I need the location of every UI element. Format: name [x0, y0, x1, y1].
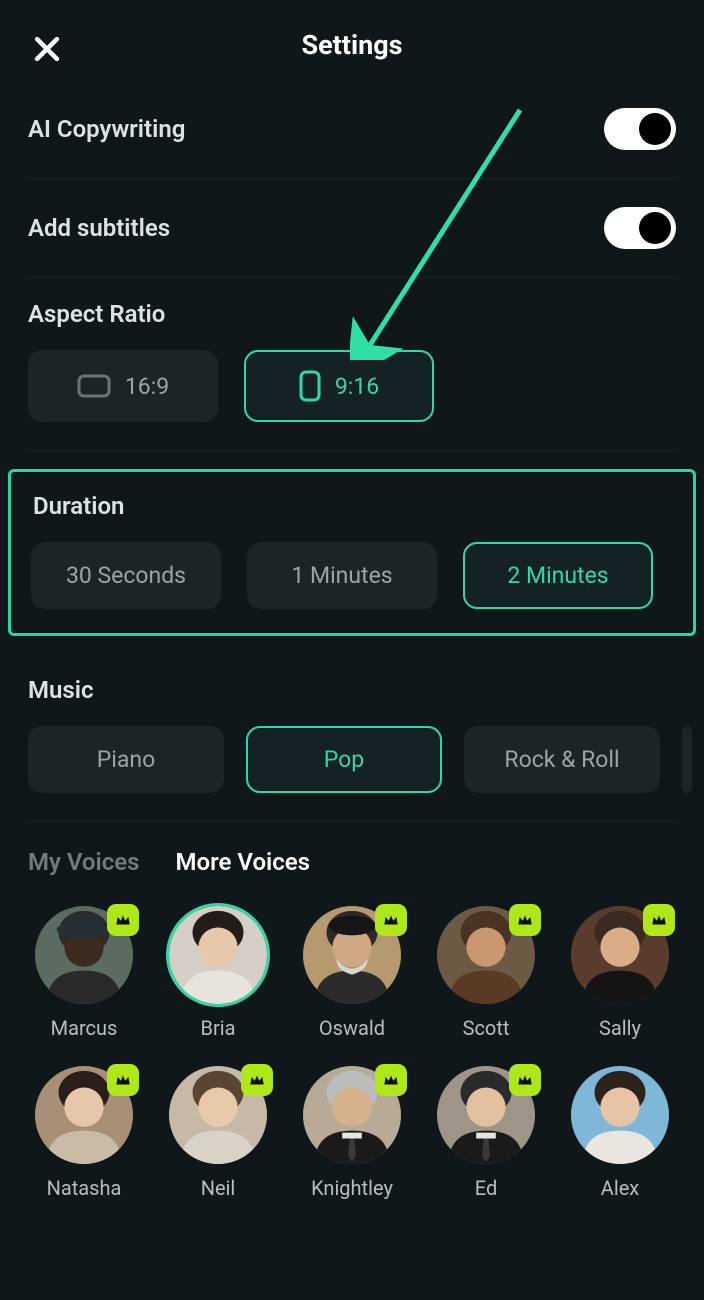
voice-name: Knightley — [311, 1176, 393, 1200]
duration-option-30s[interactable]: 30 Seconds — [31, 542, 221, 609]
voice-name: Bria — [201, 1016, 236, 1040]
avatar — [571, 1066, 669, 1164]
premium-badge — [509, 904, 541, 936]
section-duration-wrapper: Duration 30 Seconds 1 Minutes 2 Minutes — [28, 451, 676, 654]
music-option-label: Pop — [324, 746, 364, 773]
duration-option-label: 1 Minutes — [291, 562, 392, 589]
voice-scott[interactable]: Scott — [430, 906, 542, 1040]
crown-icon — [114, 1071, 132, 1089]
page-title: Settings — [301, 29, 402, 61]
avatar — [169, 906, 267, 1004]
header: Settings — [0, 0, 704, 80]
avatar-wrap — [169, 1066, 267, 1164]
voice-neil[interactable]: Neil — [162, 1066, 274, 1200]
add-subtitles-toggle[interactable] — [604, 207, 676, 249]
voice-name: Ed — [475, 1176, 497, 1200]
aspect-option-label: 16:9 — [125, 373, 169, 400]
avatar-wrap — [35, 906, 133, 1004]
section-music: Music Piano Pop Rock & Roll — [28, 654, 676, 822]
crown-icon — [516, 911, 534, 929]
voice-name: Alex — [601, 1176, 639, 1200]
duration-option-2m[interactable]: 2 Minutes — [463, 542, 653, 609]
avatar-wrap — [571, 906, 669, 1004]
close-icon — [30, 32, 64, 66]
row-add-subtitles: Add subtitles — [28, 179, 676, 278]
avatar-wrap — [169, 906, 267, 1004]
crown-icon — [114, 911, 132, 929]
tab-my-voices[interactable]: My Voices — [28, 848, 140, 876]
music-option-overflow[interactable] — [682, 726, 692, 793]
crown-icon — [248, 1071, 266, 1089]
voice-name: Oswald — [319, 1016, 385, 1040]
content: AI Copywriting Add subtitles Aspect Rati… — [0, 80, 704, 1200]
aspect-option-16-9[interactable]: 16:9 — [28, 350, 218, 422]
crown-icon — [382, 911, 400, 929]
premium-badge — [509, 1064, 541, 1096]
voices-grid: Marcus Bria Oswald Scott Sally Natasha — [28, 884, 676, 1200]
avatar-wrap — [35, 1066, 133, 1164]
avatar-wrap — [303, 1066, 401, 1164]
tab-more-voices[interactable]: More Voices — [176, 848, 311, 876]
music-options: Piano Pop Rock & Roll — [28, 726, 676, 793]
music-option-piano[interactable]: Piano — [28, 726, 224, 793]
toggle-knob — [639, 212, 671, 244]
duration-option-1m[interactable]: 1 Minutes — [247, 542, 437, 609]
aspect-option-label: 9:16 — [335, 373, 379, 400]
voice-alex[interactable]: Alex — [564, 1066, 676, 1200]
voice-sally[interactable]: Sally — [564, 906, 676, 1040]
music-option-rock[interactable]: Rock & Roll — [464, 726, 660, 793]
duration-options: 30 Seconds 1 Minutes 2 Minutes — [31, 542, 673, 609]
add-subtitles-label: Add subtitles — [28, 214, 170, 242]
music-title: Music — [28, 676, 676, 704]
voice-marcus[interactable]: Marcus — [28, 906, 140, 1040]
voice-name: Sally — [599, 1016, 641, 1040]
premium-badge — [241, 1064, 273, 1096]
voice-bria[interactable]: Bria — [162, 906, 274, 1040]
voice-oswald[interactable]: Oswald — [296, 906, 408, 1040]
crown-icon — [650, 911, 668, 929]
portrait-icon — [299, 370, 321, 402]
aspect-option-9-16[interactable]: 9:16 — [244, 350, 434, 422]
voice-name: Neil — [201, 1176, 236, 1200]
avatar-wrap — [437, 1066, 535, 1164]
landscape-icon — [77, 374, 111, 398]
duration-highlight-box: Duration 30 Seconds 1 Minutes 2 Minutes — [8, 469, 696, 636]
voice-name: Natasha — [47, 1176, 122, 1200]
duration-title: Duration — [33, 492, 673, 520]
aspect-ratio-title: Aspect Ratio — [28, 300, 676, 328]
duration-option-label: 2 Minutes — [507, 562, 608, 589]
voice-name: Marcus — [51, 1016, 118, 1040]
section-aspect-ratio: Aspect Ratio 16:9 9:16 — [28, 278, 676, 451]
ai-copywriting-toggle[interactable] — [604, 108, 676, 150]
premium-badge — [107, 1064, 139, 1096]
voice-knightley[interactable]: Knightley — [296, 1066, 408, 1200]
music-option-label: Piano — [97, 746, 155, 773]
music-option-pop[interactable]: Pop — [246, 726, 442, 793]
row-ai-copywriting: AI Copywriting — [28, 80, 676, 179]
music-option-label: Rock & Roll — [504, 746, 619, 773]
premium-badge — [375, 904, 407, 936]
voice-natasha[interactable]: Natasha — [28, 1066, 140, 1200]
crown-icon — [516, 1071, 534, 1089]
avatar-wrap — [437, 906, 535, 1004]
close-button[interactable] — [30, 32, 64, 66]
voice-name: Scott — [463, 1016, 510, 1040]
crown-icon — [382, 1071, 400, 1089]
ai-copywriting-label: AI Copywriting — [28, 115, 185, 143]
voice-ed[interactable]: Ed — [430, 1066, 542, 1200]
aspect-ratio-options: 16:9 9:16 — [28, 350, 676, 422]
voice-tabs: My Voices More Voices — [28, 822, 676, 884]
premium-badge — [107, 904, 139, 936]
premium-badge — [375, 1064, 407, 1096]
avatar-wrap — [571, 1066, 669, 1164]
duration-option-label: 30 Seconds — [66, 562, 186, 589]
avatar-wrap — [303, 906, 401, 1004]
premium-badge — [643, 904, 675, 936]
toggle-knob — [639, 113, 671, 145]
